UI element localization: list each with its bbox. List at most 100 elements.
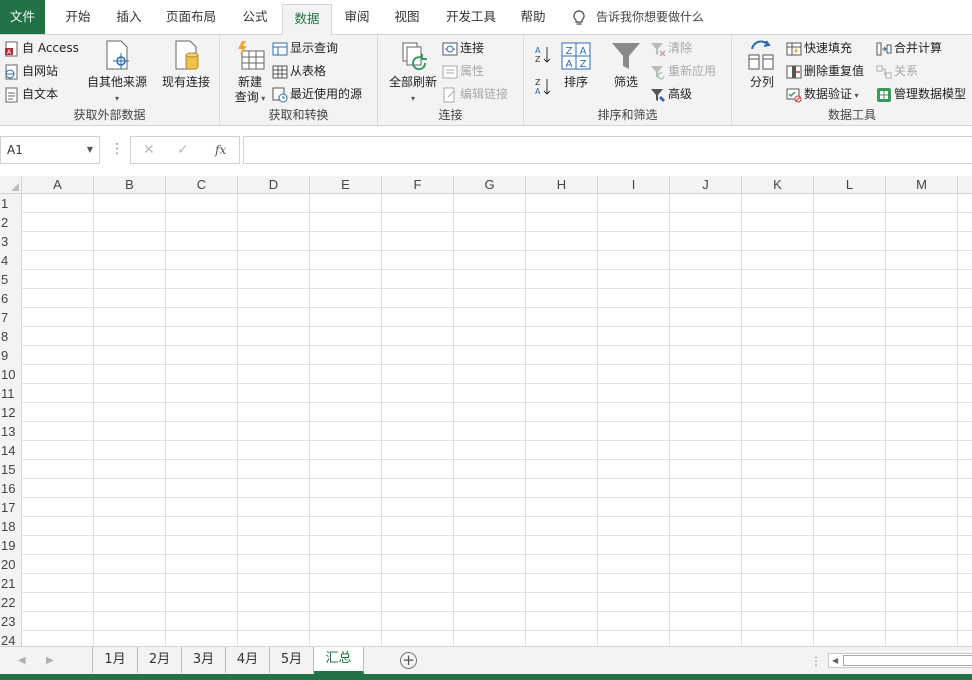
sheet-tab[interactable]: 4月 xyxy=(226,647,270,673)
reapply-button[interactable]: 重新应用 xyxy=(650,60,716,82)
formula-input[interactable] xyxy=(243,136,972,164)
row-header[interactable]: 13 xyxy=(0,422,22,441)
cancel-icon[interactable]: ✕ xyxy=(143,137,155,163)
row-header[interactable]: 22 xyxy=(0,593,22,612)
properties-button[interactable]: 属性 xyxy=(442,60,484,82)
row-header[interactable]: 11 xyxy=(0,384,22,403)
row-header[interactable]: 14 xyxy=(0,441,22,460)
advanced-filter-button[interactable]: 高级 xyxy=(650,83,692,105)
row-header[interactable]: 1 xyxy=(0,194,22,213)
row-header[interactable]: 24 xyxy=(0,631,22,646)
sort-az-button[interactable]: AZ xyxy=(534,43,554,65)
sheet-tab[interactable]: 2月 xyxy=(138,647,182,673)
row-header[interactable]: 6 xyxy=(0,289,22,308)
column-header[interactable]: B xyxy=(94,176,166,194)
column-header[interactable]: C xyxy=(166,176,238,194)
filter-button[interactable]: 筛选 xyxy=(608,39,644,90)
remove-duplicates-button[interactable]: 删除重复值 xyxy=(786,60,864,82)
tab-developer[interactable]: 开发工具 xyxy=(440,0,502,34)
show-queries-button[interactable]: 显示查询 xyxy=(272,37,338,59)
tab-insert[interactable]: 插入 xyxy=(104,0,154,34)
scroll-left-icon[interactable]: ◀ xyxy=(18,647,26,675)
row-header[interactable]: 2 xyxy=(0,213,22,232)
tab-home[interactable]: 开始 xyxy=(52,0,104,34)
more-icon[interactable]: ⋮ xyxy=(110,140,124,158)
from-access-button[interactable]: A自 Access xyxy=(4,37,79,59)
check-icon[interactable]: ✓ xyxy=(177,137,189,163)
row-header[interactable]: 23 xyxy=(0,612,22,631)
add-sheet-icon[interactable]: + xyxy=(400,652,417,669)
from-text-button[interactable]: 自文本 xyxy=(4,83,58,105)
row-header[interactable]: 7 xyxy=(0,308,22,327)
column-header[interactable]: E xyxy=(310,176,382,194)
more-icon[interactable]: ⋮ xyxy=(810,647,822,675)
manage-data-model-button[interactable]: 管理数据模型 xyxy=(876,83,966,105)
sheet-tab[interactable]: 3月 xyxy=(182,647,226,673)
svg-text:Z: Z xyxy=(535,78,541,87)
from-table-button[interactable]: 从表格 xyxy=(272,60,326,82)
existing-connections-button[interactable]: 现有连接 xyxy=(158,39,214,90)
cell-area[interactable] xyxy=(22,194,972,646)
new-query-button[interactable]: 新建 查询 ▾ xyxy=(230,39,270,106)
row-header[interactable]: 8 xyxy=(0,327,22,346)
data-validation-button[interactable]: 数据验证 ▾ xyxy=(786,83,859,105)
flash-fill-button[interactable]: 快速填充 xyxy=(786,37,852,59)
tab-formulas[interactable]: 公式 xyxy=(230,0,280,34)
text-to-columns-button[interactable]: 分列 xyxy=(744,39,780,90)
row-header[interactable]: 18 xyxy=(0,517,22,536)
column-header[interactable]: G xyxy=(454,176,526,194)
tab-review[interactable]: 审阅 xyxy=(334,0,380,34)
consolidate-button[interactable]: 合并计算 xyxy=(876,37,942,59)
from-other-sources-button[interactable]: 自其他来源 ▾ xyxy=(86,39,148,106)
column-header[interactable]: H xyxy=(526,176,598,194)
insert-function-icon[interactable]: fx xyxy=(215,137,226,163)
tab-file[interactable]: 文件 xyxy=(0,0,45,34)
row-header[interactable]: 9 xyxy=(0,346,22,365)
properties-icon xyxy=(442,65,458,78)
sort-za-button[interactable]: ZA xyxy=(534,75,554,97)
sheet-tab[interactable]: 1月 xyxy=(92,647,138,673)
clear-filter-button[interactable]: 清除 xyxy=(650,37,692,59)
row-header[interactable]: 19 xyxy=(0,536,22,555)
scroll-left-icon[interactable]: ◀ xyxy=(832,654,838,667)
edit-links-button[interactable]: 编辑链接 xyxy=(442,83,508,105)
row-header[interactable]: 4 xyxy=(0,251,22,270)
relationships-button[interactable]: 关系 xyxy=(876,60,918,82)
tab-help[interactable]: 帮助 xyxy=(510,0,556,34)
row-header[interactable]: 17 xyxy=(0,498,22,517)
sheet-tab[interactable]: 5月 xyxy=(270,647,314,673)
tell-me-box[interactable]: 告诉我你想要做什么 xyxy=(572,0,704,34)
tab-view[interactable]: 视图 xyxy=(384,0,430,34)
sort-button[interactable]: ZAAZ 排序 xyxy=(558,39,594,90)
row-header[interactable]: 15 xyxy=(0,460,22,479)
column-header[interactable]: F xyxy=(382,176,454,194)
select-all-button[interactable] xyxy=(0,176,22,194)
formula-bar: A1 ▼ ⋮ ✕ ✓ fx xyxy=(0,134,972,168)
tab-page-layout[interactable]: 页面布局 xyxy=(158,0,224,34)
name-box[interactable]: A1 ▼ xyxy=(0,136,100,164)
from-web-button[interactable]: 自网站 xyxy=(4,60,58,82)
scrollbar-thumb[interactable] xyxy=(843,655,972,666)
row-header[interactable]: 21 xyxy=(0,574,22,593)
row-header[interactable]: 20 xyxy=(0,555,22,574)
row-header[interactable]: 3 xyxy=(0,232,22,251)
column-header[interactable]: M xyxy=(886,176,958,194)
column-header[interactable]: A xyxy=(22,176,94,194)
column-header[interactable]: L xyxy=(814,176,886,194)
row-header[interactable]: 12 xyxy=(0,403,22,422)
tab-data[interactable]: 数据 xyxy=(282,4,332,35)
column-header[interactable]: J xyxy=(670,176,742,194)
column-header[interactable]: I xyxy=(598,176,670,194)
refresh-all-button[interactable]: 全部刷新 ▾ xyxy=(384,39,442,106)
scroll-right-icon[interactable]: ▶ xyxy=(46,647,54,675)
connections-button[interactable]: 连接 xyxy=(442,37,484,59)
column-header[interactable]: K xyxy=(742,176,814,194)
row-header[interactable]: 16 xyxy=(0,479,22,498)
row-header[interactable]: 5 xyxy=(0,270,22,289)
row-header[interactable]: 10 xyxy=(0,365,22,384)
horizontal-scrollbar[interactable]: ◀ xyxy=(828,653,972,668)
chevron-down-icon[interactable]: ▼ xyxy=(87,137,93,163)
recent-sources-button[interactable]: 最近使用的源 xyxy=(272,83,362,105)
column-header[interactable]: D xyxy=(238,176,310,194)
sheet-tab[interactable]: 汇总 xyxy=(314,647,364,674)
